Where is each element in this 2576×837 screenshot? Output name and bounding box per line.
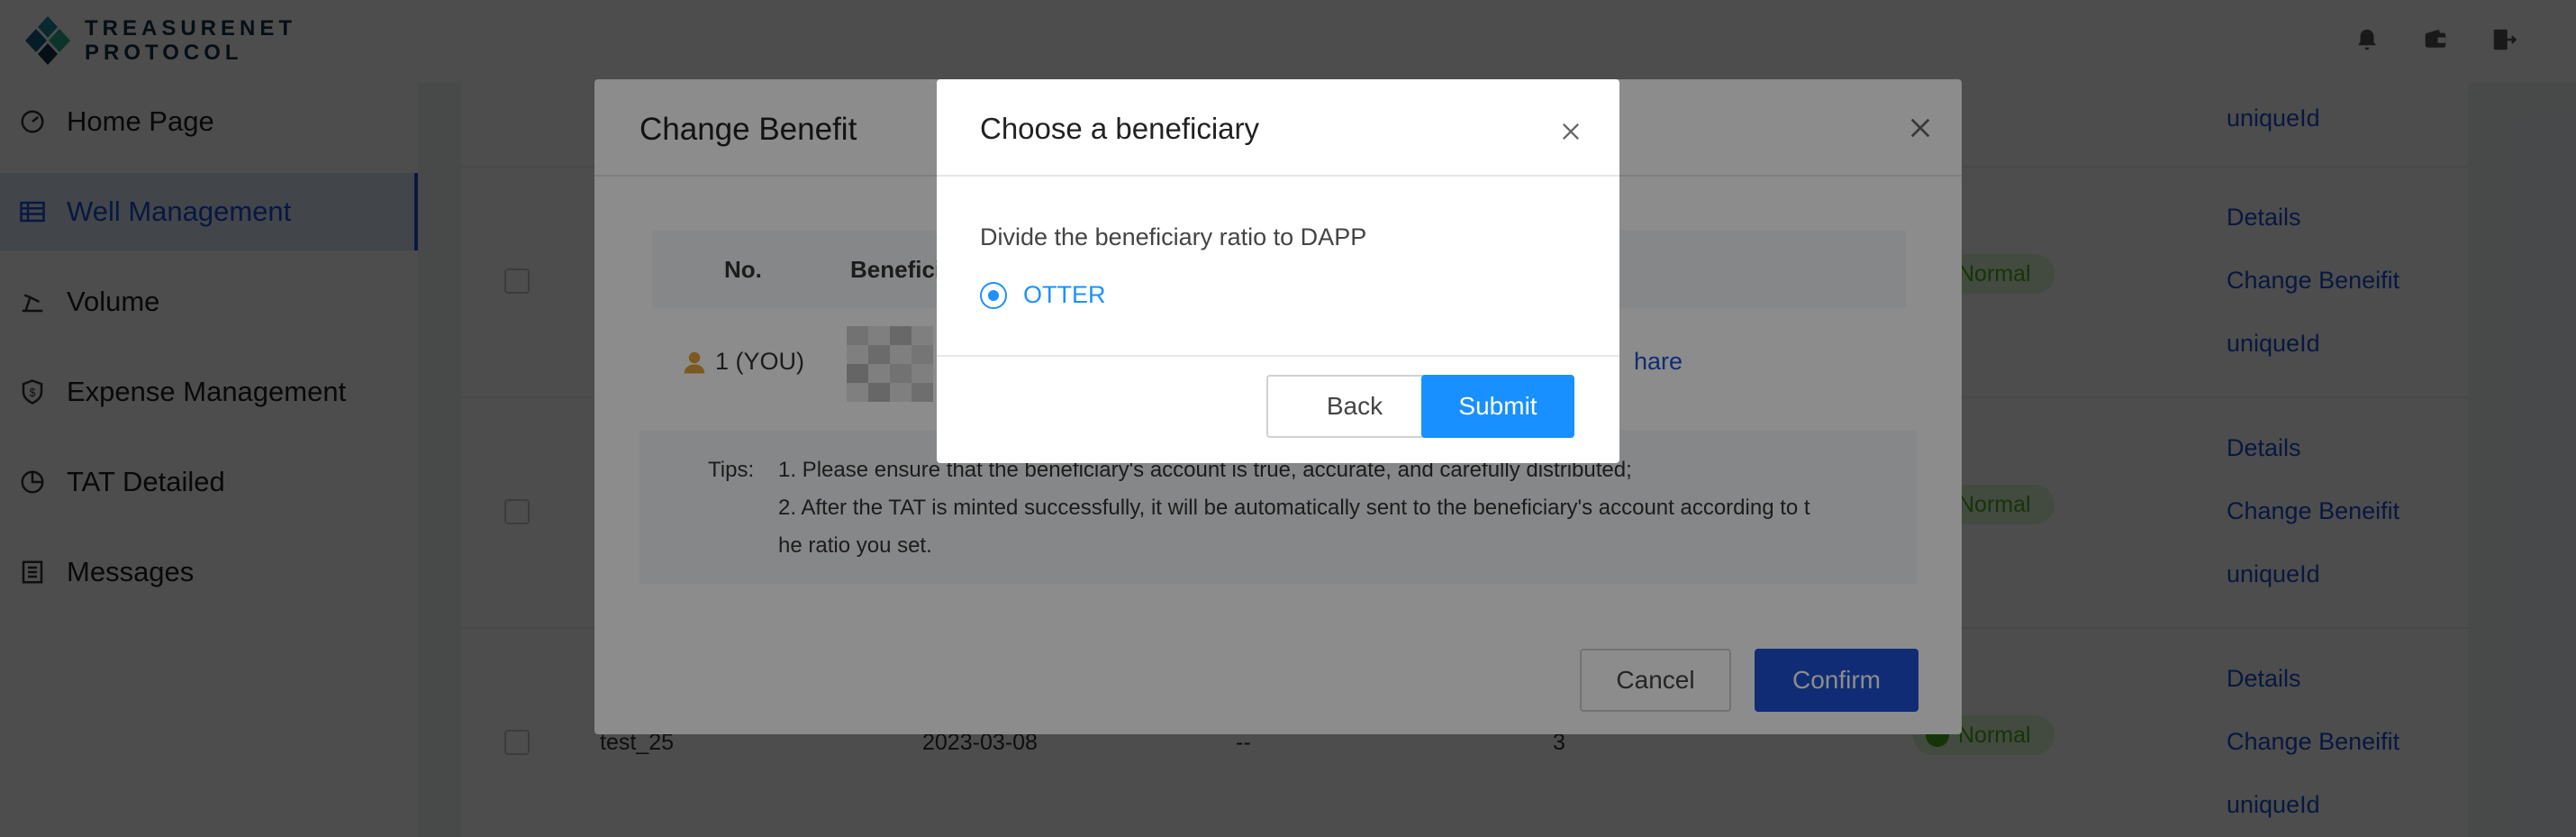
beneficiary-option-label: OTTER — [1023, 281, 1106, 308]
submit-button[interactable]: Submit — [1421, 375, 1574, 438]
dialog-title: Choose a beneficiary — [980, 112, 1260, 145]
dialog-description: Divide the beneficiary ratio to DAPP — [980, 223, 1367, 250]
radio-selected-icon[interactable] — [980, 281, 1007, 309]
back-button[interactable]: Back — [1266, 375, 1443, 438]
close-icon[interactable] — [1558, 119, 1583, 144]
dialog-footer-divider — [937, 355, 1619, 357]
beneficiary-option[interactable]: OTTER — [980, 281, 1106, 309]
choose-beneficiary-dialog: Choose a beneficiary Divide the benefici… — [937, 79, 1619, 463]
dialog-header: Choose a beneficiary — [937, 79, 1619, 177]
